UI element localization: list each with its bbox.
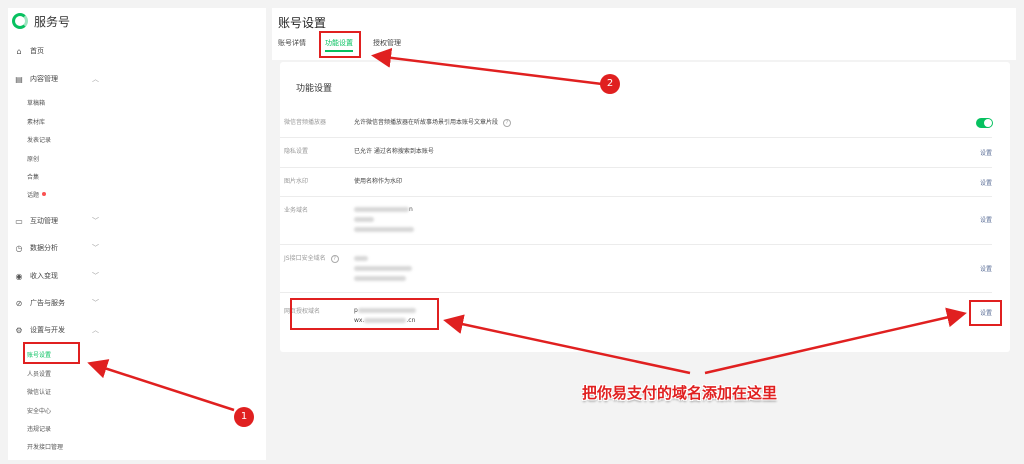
row-value-business-domain: n [354,205,414,235]
chart-icon: ◷ [15,243,23,253]
sidebar-item-label: 收入变现 [30,272,58,280]
row-label-privacy: 隐私设置 [284,148,309,155]
chevron-down-icon: ﹀ [92,299,99,307]
row-value-privacy: 已允许 通过名称搜索到本账号 [354,148,434,155]
highlight-box-feature-tab [319,31,361,58]
toggle-knob [984,119,992,127]
sidebar-subitem-dev-api[interactable]: 开发接口管理 [27,439,63,453]
blurred-text [354,227,414,232]
gear-icon: ⚙ [15,325,23,335]
highlight-box-oauth-domain [290,298,439,330]
blurred-text [354,207,409,212]
sidebar-subitem-security-center[interactable]: 安全中心 [27,403,51,417]
help-icon[interactable]: ? [502,118,511,127]
sidebar-subitem-materials[interactable]: 素材库 [27,114,45,128]
divider [280,137,992,138]
sidebar-item-label: 内容管理 [30,75,58,83]
help-icon[interactable]: ? [330,254,339,263]
sidebar-item-revenue[interactable]: ◉ 收入变现 ﹀ [14,268,104,284]
blurred-text [354,276,406,281]
chevron-up-icon: ︿ [92,326,99,334]
chevron-up-icon: ︿ [92,75,99,83]
main-header [272,8,1016,60]
sidebar-item-ads[interactable]: ⊘ 广告与服务 ﹀ [14,295,104,311]
row-label-watermark: 图片水印 [284,178,309,185]
chevron-down-icon: ﹀ [92,244,99,252]
step-badge-2: 2 [600,74,620,94]
js-domain-settings-link[interactable]: 设置 [980,264,992,273]
annotation-callout: 把你易支付的域名添加在这里 [582,384,778,402]
row-label-text: JS接口安全域名 [284,255,326,262]
sidebar-item-analytics[interactable]: ◷ 数据分析 ﹀ [14,240,104,256]
row-value-js-domain [354,254,412,284]
step-badge-1: 1 [234,407,254,427]
highlight-box-settings-link [969,300,1002,326]
divider [280,167,992,168]
row-value-text: 允许微信音频播放器在听故事场景引用本账号文章片段 [354,119,499,126]
sidebar-item-interaction[interactable]: ▭ 互动管理 ﹀ [14,213,104,229]
sidebar-item-label: 广告与服务 [30,299,65,307]
service-account-logo-icon [12,13,28,29]
notification-dot [42,192,47,196]
sidebar-item-label: 数据分析 [30,244,58,252]
blurred-text [354,266,412,271]
sidebar-item-label: 设置与开发 [30,326,65,334]
blurred-text [354,256,368,261]
tab-authorization[interactable]: 授权管理 [373,38,401,52]
document-icon: ▤ [15,74,23,84]
page-title: 账号设置 [278,16,327,30]
sidebar-subitem-wechat-verify[interactable]: 微信认证 [27,384,51,398]
row-label-js-domain: JS接口安全域名 ? [284,254,346,264]
divider [280,244,992,245]
privacy-settings-link[interactable]: 设置 [980,148,992,157]
sidebar-subitem-collections[interactable]: 合集 [27,169,39,183]
chat-icon: ▭ [15,216,23,226]
sidebar-subitem-drafts[interactable]: 草稿箱 [27,95,45,109]
sidebar-item-label: 话题 [27,191,40,199]
business-domain-settings-link[interactable]: 设置 [980,215,992,224]
sidebar-subitem-violation-records[interactable]: 违规记录 [27,421,51,435]
watermark-settings-link[interactable]: 设置 [980,178,992,187]
divider [280,196,992,197]
row-label-business-domain: 业务域名 [284,207,309,214]
sidebar-subitem-publish-records[interactable]: 发表记录 [27,132,51,146]
sidebar-item-home[interactable]: ⌂ 首页 [14,43,104,59]
coin-icon: ◉ [15,271,23,281]
sidebar-item-content[interactable]: ▤ 内容管理 ︿ [14,71,104,87]
row-value-watermark: 使用名称作为水印 [354,178,403,185]
divider [280,292,992,293]
sidebar-subitem-original[interactable]: 原创 [27,151,39,165]
row-label-audio-player: 微信音频播放器 [284,119,327,126]
brand-name: 服务号 [34,14,71,29]
domain-fragment: n [409,206,413,213]
sidebar-item-label: 互动管理 [30,217,58,225]
sidebar-item-settings[interactable]: ⚙ 设置与开发 ︿ [14,322,104,338]
highlight-box-account-settings [23,342,80,364]
chevron-down-icon: ﹀ [92,272,99,280]
chevron-down-icon: ﹀ [92,217,99,225]
blurred-text [354,217,374,222]
row-value-audio-player: 允许微信音频播放器在听故事场景引用本账号文章片段 ? [354,118,511,128]
ad-icon: ⊘ [15,298,23,308]
sidebar-subitem-staff-settings[interactable]: 人员设置 [27,366,51,380]
tab-account-details[interactable]: 账号详情 [278,38,306,52]
home-icon: ⌂ [16,46,22,56]
panel-title: 功能设置 [296,84,333,94]
audio-player-toggle[interactable] [976,118,993,128]
sidebar-subitem-topics[interactable]: 话题 [27,187,47,201]
brand[interactable]: 服务号 [12,10,70,32]
sidebar-item-label: 首页 [30,47,44,55]
